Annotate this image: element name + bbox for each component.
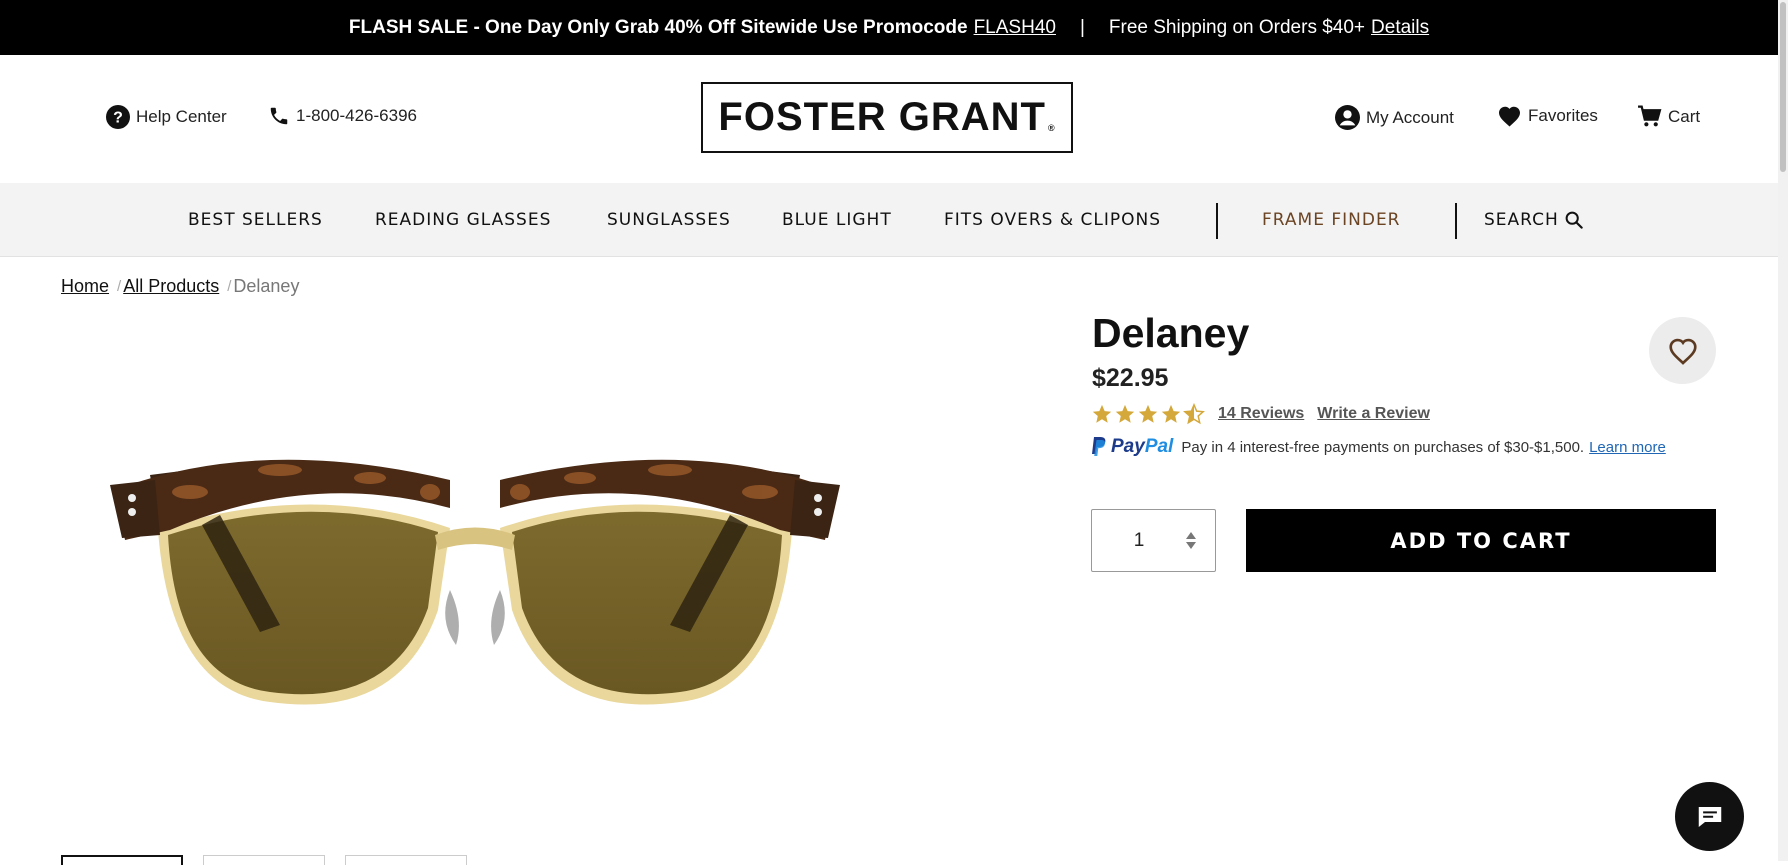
promo-separator: | bbox=[1079, 16, 1085, 38]
quantity-spinner[interactable] bbox=[1186, 532, 1196, 549]
paypal-icon bbox=[1092, 437, 1106, 456]
phone-link[interactable]: 1-800-426-6396 bbox=[268, 105, 417, 127]
chat-icon bbox=[1698, 806, 1721, 827]
half-star-icon bbox=[1183, 403, 1205, 425]
nav-fits-overs-clipons[interactable]: FITS OVERS & CLIPONS bbox=[944, 210, 1161, 230]
nav-blue-light[interactable]: BLUE LIGHT bbox=[782, 210, 892, 230]
nav-sunglasses[interactable]: SUNGLASSES bbox=[607, 210, 731, 230]
stepper-up-icon[interactable] bbox=[1186, 532, 1196, 539]
product-title: Delaney bbox=[1092, 310, 1250, 356]
chat-button[interactable] bbox=[1675, 782, 1744, 851]
breadcrumb-separator: / bbox=[117, 278, 122, 295]
product-rating: 14 Reviews Write a Review bbox=[1091, 403, 1430, 425]
nav-reading-glasses[interactable]: READING GLASSES bbox=[375, 210, 551, 230]
nav-frame-finder[interactable]: FRAME FINDER bbox=[1262, 210, 1401, 230]
product-image[interactable] bbox=[110, 440, 860, 730]
paypal-pal: Pal bbox=[1144, 436, 1174, 457]
my-account-link[interactable]: My Account bbox=[1335, 105, 1454, 130]
thumbnail[interactable] bbox=[203, 855, 325, 865]
favorites-link[interactable]: Favorites bbox=[1497, 105, 1598, 127]
promo-text: FLASH SALE - One Day Only Grab 40% Off S… bbox=[348, 16, 968, 38]
cart-link[interactable]: Cart bbox=[1637, 105, 1700, 128]
help-center-label: Help Center bbox=[136, 107, 227, 126]
favorites-label: Favorites bbox=[1528, 106, 1598, 125]
details-link[interactable]: Details bbox=[1371, 17, 1429, 39]
breadcrumb: Home / All Products / Delaney bbox=[61, 276, 299, 297]
paypal-text: Pay in 4 interest-free payments on purch… bbox=[1181, 438, 1585, 456]
breadcrumb-all-products[interactable]: All Products bbox=[123, 276, 219, 297]
stepper-down-icon[interactable] bbox=[1186, 542, 1196, 549]
breadcrumb-current: Delaney bbox=[233, 276, 300, 296]
promo-code-link[interactable]: FLASH40 bbox=[974, 17, 1056, 39]
main-nav: BEST SELLERS READING GLASSES SUNGLASSES … bbox=[0, 183, 1778, 257]
nav-divider bbox=[1216, 203, 1218, 239]
write-review-link[interactable]: Write a Review bbox=[1317, 405, 1430, 423]
phone-number: 1-800-426-6396 bbox=[296, 106, 417, 125]
paypal-logo-text: PayPal bbox=[1111, 436, 1173, 458]
star-icon bbox=[1092, 404, 1112, 423]
breadcrumb-home[interactable]: Home bbox=[61, 276, 109, 297]
account-icon bbox=[1335, 105, 1360, 130]
quantity-stepper[interactable] bbox=[1091, 509, 1216, 572]
paypal-message: PayPal Pay in 4 interest-free payments o… bbox=[1091, 436, 1666, 458]
add-to-favorites-button[interactable] bbox=[1649, 317, 1716, 384]
reviews-link[interactable]: 14 Reviews bbox=[1218, 405, 1304, 423]
nav-divider bbox=[1455, 203, 1457, 239]
scrollbar-thumb[interactable] bbox=[1780, 2, 1786, 172]
star-icon bbox=[1115, 404, 1135, 423]
search-label: SEARCH bbox=[1484, 210, 1559, 230]
cart-label: Cart bbox=[1668, 106, 1701, 126]
paypal-pay: Pay bbox=[1111, 436, 1145, 457]
my-account-label: My Account bbox=[1366, 107, 1454, 127]
nav-best-sellers[interactable]: BEST SELLERS bbox=[188, 210, 323, 230]
cart-icon bbox=[1638, 105, 1662, 127]
nav-search[interactable]: SEARCH bbox=[1484, 210, 1583, 230]
search-icon bbox=[1565, 211, 1583, 229]
promo-bar: FLASH SALE - One Day Only Grab 40% Off S… bbox=[0, 0, 1778, 55]
star-icon bbox=[1138, 404, 1158, 423]
add-to-cart-button[interactable]: ADD TO CART bbox=[1246, 509, 1716, 572]
logo-text: FOSTER GRANT bbox=[718, 95, 1046, 139]
page-scrollbar[interactable] bbox=[1778, 0, 1788, 861]
help-center-link[interactable]: ? Help Center bbox=[106, 105, 227, 129]
thumbnail[interactable] bbox=[61, 855, 183, 865]
thumbnail-strip bbox=[61, 855, 487, 865]
site-logo[interactable]: FOSTER GRANT ® bbox=[701, 82, 1073, 153]
thumbnail[interactable] bbox=[345, 855, 467, 865]
shipping-text: Free Shipping on Orders $40+ bbox=[1108, 16, 1366, 38]
heart-icon bbox=[1499, 106, 1520, 127]
heart-outline-icon bbox=[1668, 338, 1697, 365]
breadcrumb-separator: / bbox=[227, 278, 232, 295]
svg-text:?: ? bbox=[113, 110, 123, 127]
product-price: $22.95 bbox=[1092, 364, 1169, 392]
quantity-input[interactable] bbox=[1092, 528, 1186, 553]
star-rating bbox=[1091, 403, 1206, 425]
phone-icon bbox=[270, 107, 288, 125]
paypal-learn-more-link[interactable]: Learn more bbox=[1589, 439, 1666, 456]
logo-registered-mark: ® bbox=[1047, 122, 1056, 133]
site-header: ? Help Center 1-800-426-6396 FOSTER GRAN… bbox=[0, 55, 1778, 183]
star-icon bbox=[1161, 404, 1181, 423]
help-icon: ? bbox=[106, 105, 130, 129]
